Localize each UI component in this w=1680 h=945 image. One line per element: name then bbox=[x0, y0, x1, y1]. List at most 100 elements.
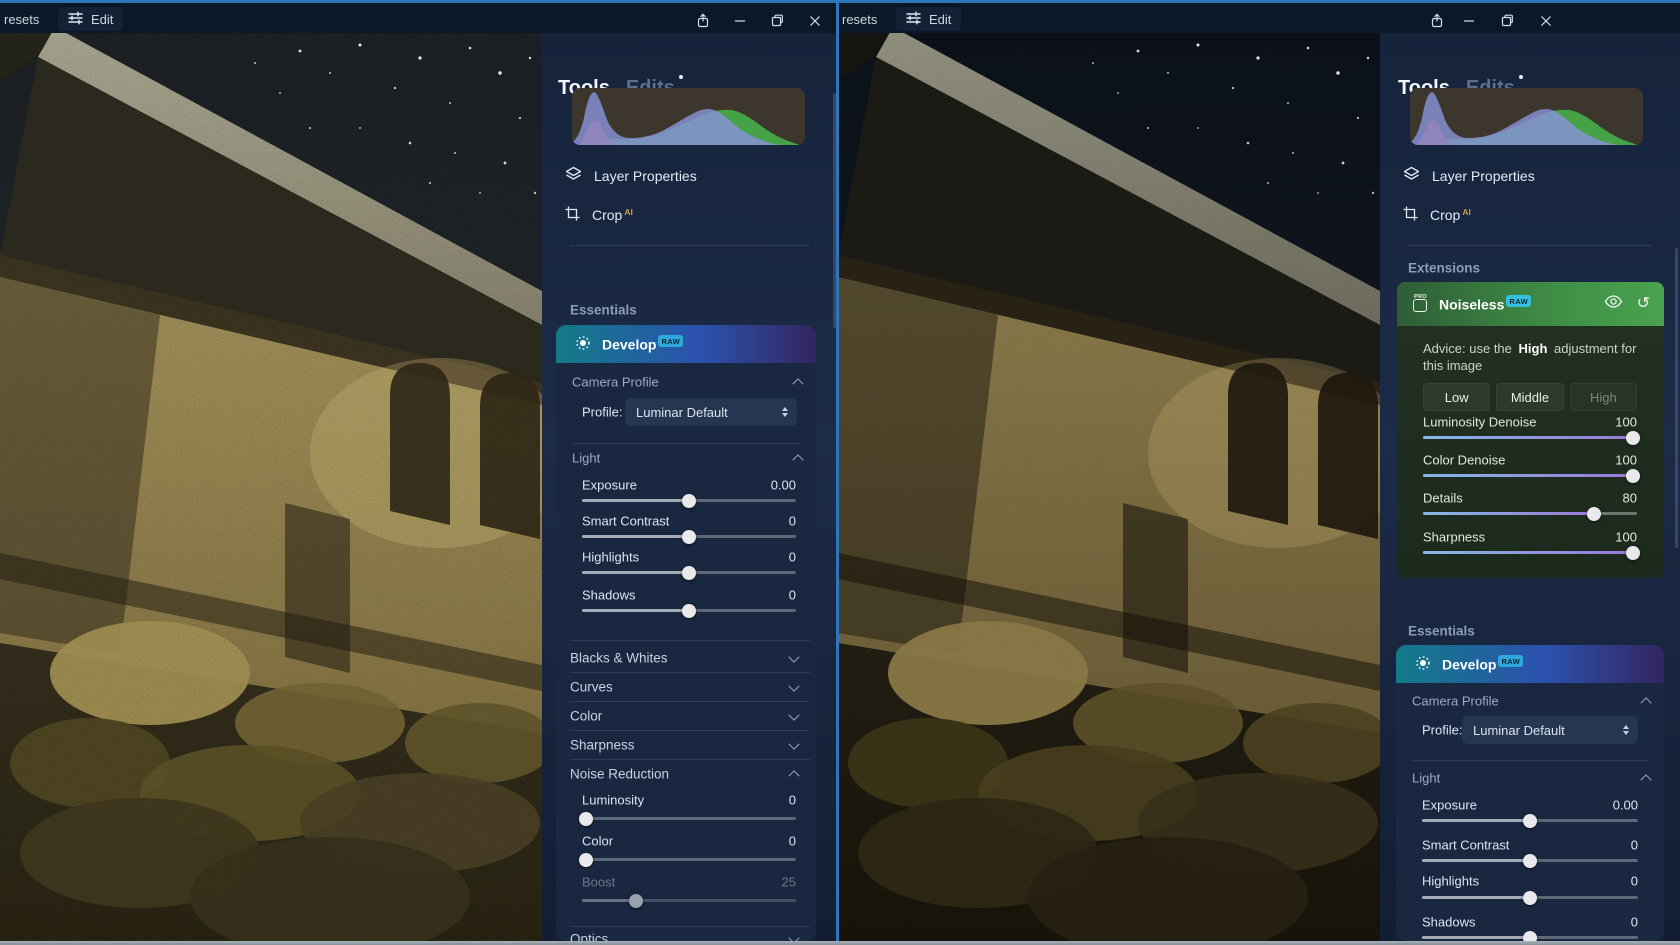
group-noise-reduction[interactable]: Noise Reduction bbox=[570, 767, 798, 782]
crop-ai-badge: AI bbox=[1462, 207, 1471, 217]
stepper-icon bbox=[782, 407, 788, 417]
slider-thumb[interactable] bbox=[579, 853, 593, 867]
chevron-up-icon bbox=[792, 454, 803, 465]
slider-exposure[interactable] bbox=[1422, 819, 1638, 822]
minimize-button[interactable] bbox=[1454, 10, 1484, 31]
crop-icon bbox=[565, 206, 580, 224]
slider-thumb[interactable] bbox=[682, 494, 696, 508]
slider-luminosity-denoise[interactable] bbox=[1423, 436, 1637, 439]
slider-thumb[interactable] bbox=[1523, 854, 1537, 868]
divider bbox=[570, 672, 810, 673]
slider-row-smart-contrast: Smart Contrast0 bbox=[1422, 838, 1638, 853]
slider-exposure[interactable] bbox=[582, 499, 796, 502]
slider-thumb[interactable] bbox=[1626, 469, 1640, 483]
slider-row-shadows: Shadows0 bbox=[582, 588, 796, 603]
profile-value: Luminar Default bbox=[636, 405, 728, 420]
noiseless-title: NoiselessRAW bbox=[1439, 295, 1531, 313]
share-button[interactable] bbox=[688, 10, 718, 31]
eye-icon[interactable] bbox=[1604, 295, 1623, 313]
slider-luminosity[interactable] bbox=[582, 817, 796, 820]
camera-profile-header[interactable]: Camera Profile bbox=[572, 375, 802, 390]
slider-thumb[interactable] bbox=[1626, 546, 1640, 560]
high-button[interactable]: High bbox=[1570, 383, 1637, 411]
low-button[interactable]: Low bbox=[1423, 383, 1490, 411]
slider-row-highlights: Highlights0 bbox=[1422, 874, 1638, 889]
chevron-down-icon bbox=[788, 738, 799, 749]
raw-badge: RAW bbox=[1506, 295, 1531, 307]
middle-button[interactable]: Middle bbox=[1496, 383, 1563, 411]
presets-tab-label: resets bbox=[4, 12, 39, 27]
slider-row-smart-contrast: Smart Contrast0 bbox=[582, 514, 796, 529]
sun-icon bbox=[574, 334, 592, 355]
group-sharpness[interactable]: Sharpness bbox=[570, 738, 798, 753]
slider-thumb[interactable] bbox=[1626, 431, 1640, 445]
share-button[interactable] bbox=[1422, 10, 1452, 31]
slider-thumb[interactable] bbox=[682, 566, 696, 580]
slider-thumb[interactable] bbox=[579, 812, 593, 826]
slider-details[interactable] bbox=[1423, 512, 1637, 515]
close-button[interactable] bbox=[800, 10, 830, 31]
noiseless-pro-icon: PRO bbox=[1413, 297, 1429, 312]
slider-smart-contrast[interactable] bbox=[582, 535, 796, 538]
undo-icon[interactable]: ↺ bbox=[1637, 296, 1650, 312]
chevron-up-icon bbox=[788, 770, 799, 781]
minimize-button[interactable] bbox=[725, 10, 755, 31]
histogram bbox=[1410, 88, 1643, 145]
develop-tool-row[interactable]: DevelopRAW bbox=[556, 325, 816, 363]
scrollbar-thumb[interactable] bbox=[1675, 248, 1678, 548]
tab-edit[interactable]: Edit bbox=[58, 7, 123, 31]
tab-presets[interactable]: resets bbox=[0, 7, 49, 31]
slider-smart-contrast[interactable] bbox=[1422, 859, 1638, 862]
group-blacks-whites[interactable]: Blacks & Whites bbox=[570, 651, 798, 666]
restore-button[interactable] bbox=[762, 10, 792, 31]
layer-properties-row[interactable]: Layer Properties bbox=[1403, 166, 1535, 186]
light-header[interactable]: Light bbox=[1412, 771, 1650, 786]
slider-thumb[interactable] bbox=[1523, 891, 1537, 905]
slider-row-luminosity-denoise: Luminosity Denoise100 bbox=[1423, 415, 1637, 430]
slider-highlights[interactable] bbox=[582, 571, 796, 574]
layer-properties-row[interactable]: Layer Properties bbox=[565, 166, 697, 186]
slider-thumb[interactable] bbox=[1587, 507, 1601, 521]
profile-dropdown[interactable]: Luminar Default bbox=[1462, 716, 1638, 744]
slider-thumb[interactable] bbox=[1523, 814, 1537, 828]
slider-shadows[interactable] bbox=[582, 609, 796, 612]
edits-indicator-dot bbox=[1519, 75, 1523, 79]
slider-thumb[interactable] bbox=[682, 604, 696, 618]
tab-edit[interactable]: Edit bbox=[896, 7, 961, 31]
slider-color-denoise[interactable] bbox=[1423, 474, 1637, 477]
slider-row-boost: Boost25 bbox=[582, 875, 796, 890]
chevron-down-icon bbox=[788, 651, 799, 662]
crop-row[interactable]: CropAI bbox=[1403, 206, 1471, 224]
slider-highlights[interactable] bbox=[1422, 896, 1638, 899]
slider-thumb[interactable] bbox=[1523, 931, 1537, 942]
group-optics[interactable]: Optics bbox=[570, 932, 798, 942]
slider-boost-disabled[interactable] bbox=[582, 899, 796, 902]
divider bbox=[1412, 760, 1648, 761]
equalizer-icon bbox=[906, 11, 921, 28]
sun-icon bbox=[1414, 654, 1432, 675]
crop-ai-badge: AI bbox=[624, 207, 633, 217]
slider-shadows[interactable] bbox=[1422, 936, 1638, 939]
slider-color[interactable] bbox=[582, 858, 796, 861]
presets-tab-label: resets bbox=[842, 12, 877, 27]
noiseless-card: PRO NoiselessRAW ↺ Advice: use the High … bbox=[1397, 282, 1664, 578]
crop-row[interactable]: CropAI bbox=[565, 206, 633, 224]
tab-presets[interactable]: resets bbox=[832, 7, 887, 31]
develop-tool-row[interactable]: DevelopRAW bbox=[1396, 645, 1664, 683]
divider bbox=[572, 443, 800, 444]
bottom-edge-strip bbox=[0, 941, 1680, 945]
slider-thumb[interactable] bbox=[682, 530, 696, 544]
profile-dropdown[interactable]: Luminar Default bbox=[625, 398, 797, 426]
divider bbox=[570, 730, 810, 731]
divider bbox=[570, 640, 810, 641]
camera-profile-header[interactable]: Camera Profile bbox=[1412, 694, 1650, 709]
restore-button[interactable] bbox=[1492, 10, 1522, 31]
stepper-icon bbox=[1623, 725, 1629, 735]
noiseless-header[interactable]: PRO NoiselessRAW ↺ bbox=[1397, 282, 1664, 326]
slider-thumb[interactable] bbox=[629, 894, 643, 908]
slider-sharpness[interactable] bbox=[1423, 551, 1637, 554]
group-curves[interactable]: Curves bbox=[570, 680, 798, 695]
group-color[interactable]: Color bbox=[570, 709, 798, 724]
light-header[interactable]: Light bbox=[572, 451, 802, 466]
close-button[interactable] bbox=[1531, 10, 1561, 31]
